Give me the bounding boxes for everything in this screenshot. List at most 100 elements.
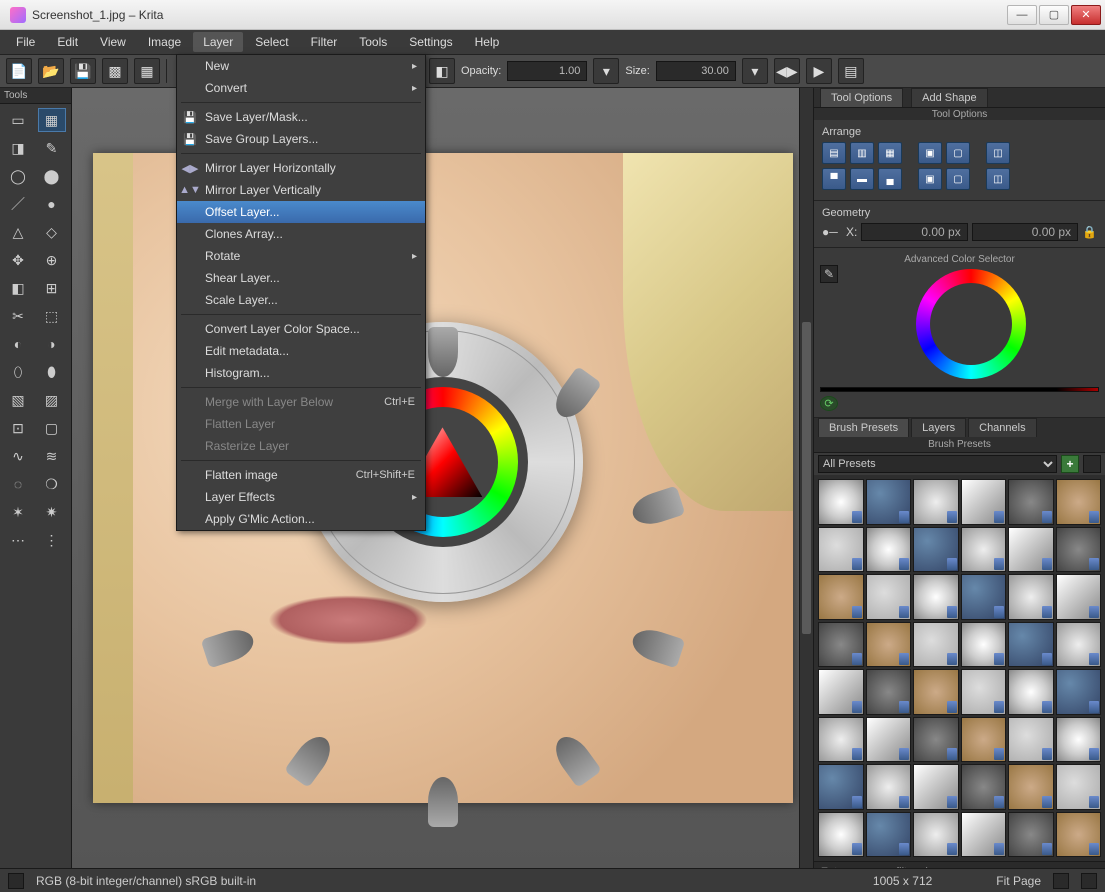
menu-view[interactable]: View xyxy=(90,32,136,52)
menu-item-rotate[interactable]: Rotate xyxy=(177,245,425,267)
align-center-button[interactable]: ▥ xyxy=(850,142,874,164)
brush-preset[interactable] xyxy=(818,764,864,810)
brush-preset[interactable] xyxy=(818,717,864,763)
brush-preset[interactable] xyxy=(1008,669,1054,715)
brush-preset[interactable] xyxy=(913,574,959,620)
menu-layer[interactable]: Layer xyxy=(193,32,243,52)
brush-preset[interactable] xyxy=(818,669,864,715)
tab-layers[interactable]: Layers xyxy=(911,418,966,437)
tool-2[interactable]: ◨ xyxy=(4,136,32,160)
save-doc-button[interactable]: 💾 xyxy=(70,58,96,84)
brush-preset[interactable] xyxy=(961,669,1007,715)
menu-edit[interactable]: Edit xyxy=(47,32,88,52)
tool-29[interactable]: ✷ xyxy=(38,500,66,524)
brush-preset[interactable] xyxy=(818,812,864,858)
menu-item-new[interactable]: New xyxy=(177,55,425,77)
texture-a-button[interactable]: ▩ xyxy=(102,58,128,84)
mirror-x-button[interactable]: ◀▶ xyxy=(774,58,800,84)
tool-24[interactable]: ∿ xyxy=(4,444,32,468)
tool-14[interactable]: ✂ xyxy=(4,304,32,328)
send-backward-button[interactable]: ▢ xyxy=(946,168,970,190)
tool-13[interactable]: ⊞ xyxy=(38,276,66,300)
minimize-button[interactable]: — xyxy=(1007,5,1037,25)
tool-28[interactable]: ✶ xyxy=(4,500,32,524)
tool-26[interactable]: ◌ xyxy=(4,472,32,496)
geo-x-input[interactable]: 0.00 px xyxy=(861,223,967,241)
new-doc-button[interactable]: 📄 xyxy=(6,58,32,84)
tool-31[interactable]: ⋮ xyxy=(38,528,66,552)
menu-item-apply-g-mic-action[interactable]: Apply G'Mic Action... xyxy=(177,508,425,530)
brush-preset[interactable] xyxy=(913,622,959,668)
brush-preset[interactable] xyxy=(961,574,1007,620)
tool-1[interactable]: ▦ xyxy=(38,108,66,132)
status-zoom-dropdown[interactable] xyxy=(1053,873,1069,889)
menu-item-shear-layer[interactable]: Shear Layer... xyxy=(177,267,425,289)
menu-item-convert[interactable]: Convert xyxy=(177,77,425,99)
bring-front-button[interactable]: ▣ xyxy=(918,142,942,164)
menu-item-edit-metadata[interactable]: Edit metadata... xyxy=(177,340,425,362)
menu-tools[interactable]: Tools xyxy=(349,32,397,52)
tool-10[interactable]: ✥ xyxy=(4,248,32,272)
status-swatch[interactable] xyxy=(8,873,24,889)
geo-y-input[interactable]: 0.00 px xyxy=(972,223,1078,241)
brush-preset[interactable] xyxy=(1008,764,1054,810)
menu-item-mirror-layer-vertically[interactable]: ▲▼Mirror Layer Vertically xyxy=(177,179,425,201)
brush-preset[interactable] xyxy=(1008,527,1054,573)
maximize-button[interactable]: ▢ xyxy=(1039,5,1069,25)
brush-preset[interactable] xyxy=(1008,479,1054,525)
color-history-bar[interactable] xyxy=(820,387,1099,392)
brush-preset[interactable] xyxy=(1056,527,1102,573)
size-input[interactable]: 30.00 xyxy=(656,61,736,81)
tab-brush-presets[interactable]: Brush Presets xyxy=(818,418,909,437)
align-middle-button[interactable]: ▬ xyxy=(850,168,874,190)
group-button[interactable]: ◫ xyxy=(986,142,1010,164)
texture-b-button[interactable]: ▦ xyxy=(134,58,160,84)
tool-20[interactable]: ▧ xyxy=(4,388,32,412)
brush-preset[interactable] xyxy=(961,717,1007,763)
palette-brush-slot[interactable] xyxy=(428,777,458,827)
brush-preset[interactable] xyxy=(1056,479,1102,525)
workspace-button[interactable]: ▤ xyxy=(838,58,864,84)
brush-preset[interactable] xyxy=(818,527,864,573)
brush-preset[interactable] xyxy=(866,812,912,858)
align-top-button[interactable]: ▀ xyxy=(822,168,846,190)
tool-22[interactable]: ⊡ xyxy=(4,416,32,440)
brush-swatch-button[interactable]: ◧ xyxy=(429,58,455,84)
size-dropdown-icon[interactable]: ▾ xyxy=(742,58,768,84)
ungroup-button[interactable]: ◫ xyxy=(986,168,1010,190)
opacity-input[interactable]: 1.00 xyxy=(507,61,587,81)
brush-preset[interactable] xyxy=(913,479,959,525)
menu-item-save-layer-mask[interactable]: 💾Save Layer/Mask... xyxy=(177,106,425,128)
tool-11[interactable]: ⊕ xyxy=(38,248,66,272)
menu-item-offset-layer[interactable]: Offset Layer... xyxy=(177,201,425,223)
tool-19[interactable]: ⬮ xyxy=(38,360,66,384)
brush-preset[interactable] xyxy=(818,479,864,525)
brush-preset[interactable] xyxy=(1056,812,1102,858)
menu-file[interactable]: File xyxy=(6,32,45,52)
tool-9[interactable]: ◇ xyxy=(38,220,66,244)
preset-category-select[interactable]: All Presets xyxy=(818,455,1057,473)
tool-4[interactable]: ◯ xyxy=(4,164,32,188)
brush-preset[interactable] xyxy=(961,622,1007,668)
brush-preset[interactable] xyxy=(913,812,959,858)
tool-27[interactable]: ❍ xyxy=(38,472,66,496)
picker-icon[interactable]: ✎ xyxy=(820,265,838,283)
brush-preset[interactable] xyxy=(866,479,912,525)
brush-preset[interactable] xyxy=(866,717,912,763)
menu-select[interactable]: Select xyxy=(245,32,298,52)
tool-6[interactable]: ／ xyxy=(4,192,32,216)
brush-preset[interactable] xyxy=(866,669,912,715)
menu-item-layer-effects[interactable]: Layer Effects xyxy=(177,486,425,508)
brush-preset[interactable] xyxy=(1008,812,1054,858)
align-bottom-button[interactable]: ▄ xyxy=(878,168,902,190)
menu-item-convert-layer-color-space[interactable]: Convert Layer Color Space... xyxy=(177,318,425,340)
menu-item-mirror-layer-horizontally[interactable]: ◀▶Mirror Layer Horizontally xyxy=(177,157,425,179)
brush-preset[interactable] xyxy=(913,527,959,573)
brush-preset[interactable] xyxy=(913,764,959,810)
tool-21[interactable]: ▨ xyxy=(38,388,66,412)
brush-preset[interactable] xyxy=(818,574,864,620)
brush-preset[interactable] xyxy=(1008,717,1054,763)
tool-8[interactable]: △ xyxy=(4,220,32,244)
menu-item-clones-array[interactable]: Clones Array... xyxy=(177,223,425,245)
brush-preset[interactable] xyxy=(1056,669,1102,715)
